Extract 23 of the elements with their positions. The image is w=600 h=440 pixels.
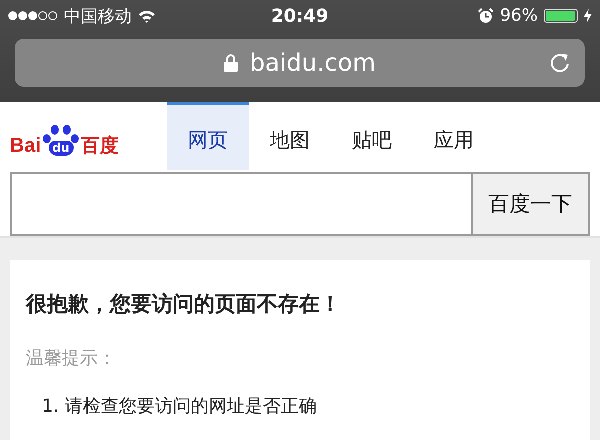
address-bar[interactable]: baidu.com <box>15 39 585 87</box>
nav-tab[interactable]: 网页 <box>167 102 249 170</box>
search-button[interactable]: 百度一下 <box>471 172 590 236</box>
alarm-icon <box>478 8 494 24</box>
error-title: 很抱歉，您要访问的页面不存在！ <box>26 291 342 318</box>
battery-icon <box>544 9 578 23</box>
signal-icon <box>8 10 58 22</box>
paw-logo: du <box>42 124 80 156</box>
hint-item: 1. 请检查您要访问的网址是否正确 <box>41 395 318 418</box>
logo-text: 百度 <box>81 137 120 156</box>
wifi-icon <box>138 10 156 22</box>
lock-icon <box>224 54 238 72</box>
logo-text: Bai <box>10 136 42 156</box>
clock-time: 20:49 <box>271 6 329 26</box>
carrier-name: 中国移动 <box>64 6 132 28</box>
nav-tab[interactable]: 地图 <box>249 102 331 170</box>
nav-tab[interactable]: 应用 <box>413 102 495 170</box>
battery-percent: 96% <box>500 6 538 26</box>
charging-icon <box>584 9 592 23</box>
search-field[interactable] <box>10 172 471 236</box>
hint-label: 温馨提示： <box>26 347 117 370</box>
reload-icon[interactable] <box>549 52 571 74</box>
nav-tab[interactable]: 贴吧 <box>331 102 413 170</box>
